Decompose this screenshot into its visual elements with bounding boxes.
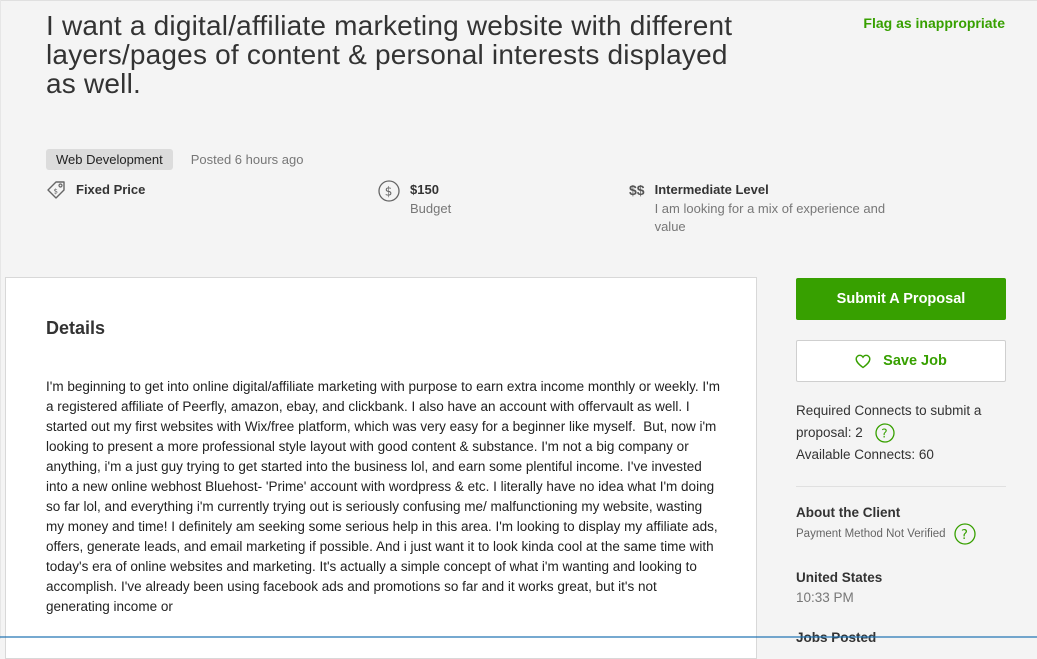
category-tag[interactable]: Web Development [46, 149, 173, 170]
posted-time: Posted 6 hours ago [190, 152, 304, 167]
submit-proposal-button[interactable]: Submit A Proposal [796, 278, 1006, 320]
feature-experience-level: $$ Intermediate Level I am looking for a… [629, 180, 895, 236]
job-title: I want a digital/affiliate marketing web… [46, 10, 733, 99]
question-circle-icon[interactable]: ? [953, 523, 976, 545]
left-border [0, 0, 1, 639]
sidebar-divider [796, 486, 1006, 487]
details-body: I'm beginning to get into online digital… [46, 379, 724, 614]
save-job-label: Save Job [883, 353, 947, 369]
about-client-heading: About the Client [796, 505, 901, 520]
level-title: Intermediate Level [654, 182, 769, 197]
window-bottom-edge [0, 636, 1037, 638]
svg-text:$: $ [54, 188, 58, 196]
details-heading: Details [46, 318, 106, 338]
details-card: Details I'm beginning to get into online… [5, 277, 757, 659]
heart-icon [855, 354, 871, 369]
svg-text:?: ? [961, 528, 968, 543]
connects-info: Required Connects to submit a proposal: … [796, 400, 1011, 466]
feature-price-type: $ Fixed Price [46, 180, 145, 205]
price-type-label: Fixed Price [76, 182, 146, 197]
client-local-time: 10:33 PM [796, 590, 854, 605]
client-country: United States [796, 570, 883, 585]
payment-status: Payment Method Not Verified [796, 528, 946, 540]
budget-label: Budget [410, 201, 452, 216]
save-job-button[interactable]: Save Job [796, 340, 1006, 382]
tag-icon: $ [46, 180, 66, 205]
top-border [0, 0, 1037, 1]
dollar-circle-icon: $ [378, 180, 400, 207]
payment-status-row: Payment Method Not Verified ? [796, 523, 976, 545]
flag-inappropriate-link[interactable]: Flag as inappropriate [863, 15, 1005, 31]
job-meta: Web Development Posted 6 hours ago [46, 149, 303, 170]
connects-available: Available Connects: 60 [796, 447, 934, 462]
svg-text:$: $ [385, 185, 393, 199]
budget-value: $150 [410, 182, 439, 197]
question-circle-icon[interactable]: ? [874, 423, 895, 444]
svg-text:?: ? [881, 427, 887, 441]
feature-budget: $ $150 Budget [378, 180, 451, 218]
level-description: I am looking for a mix of experience and… [654, 201, 886, 234]
level-symbol: $$ [629, 182, 645, 198]
